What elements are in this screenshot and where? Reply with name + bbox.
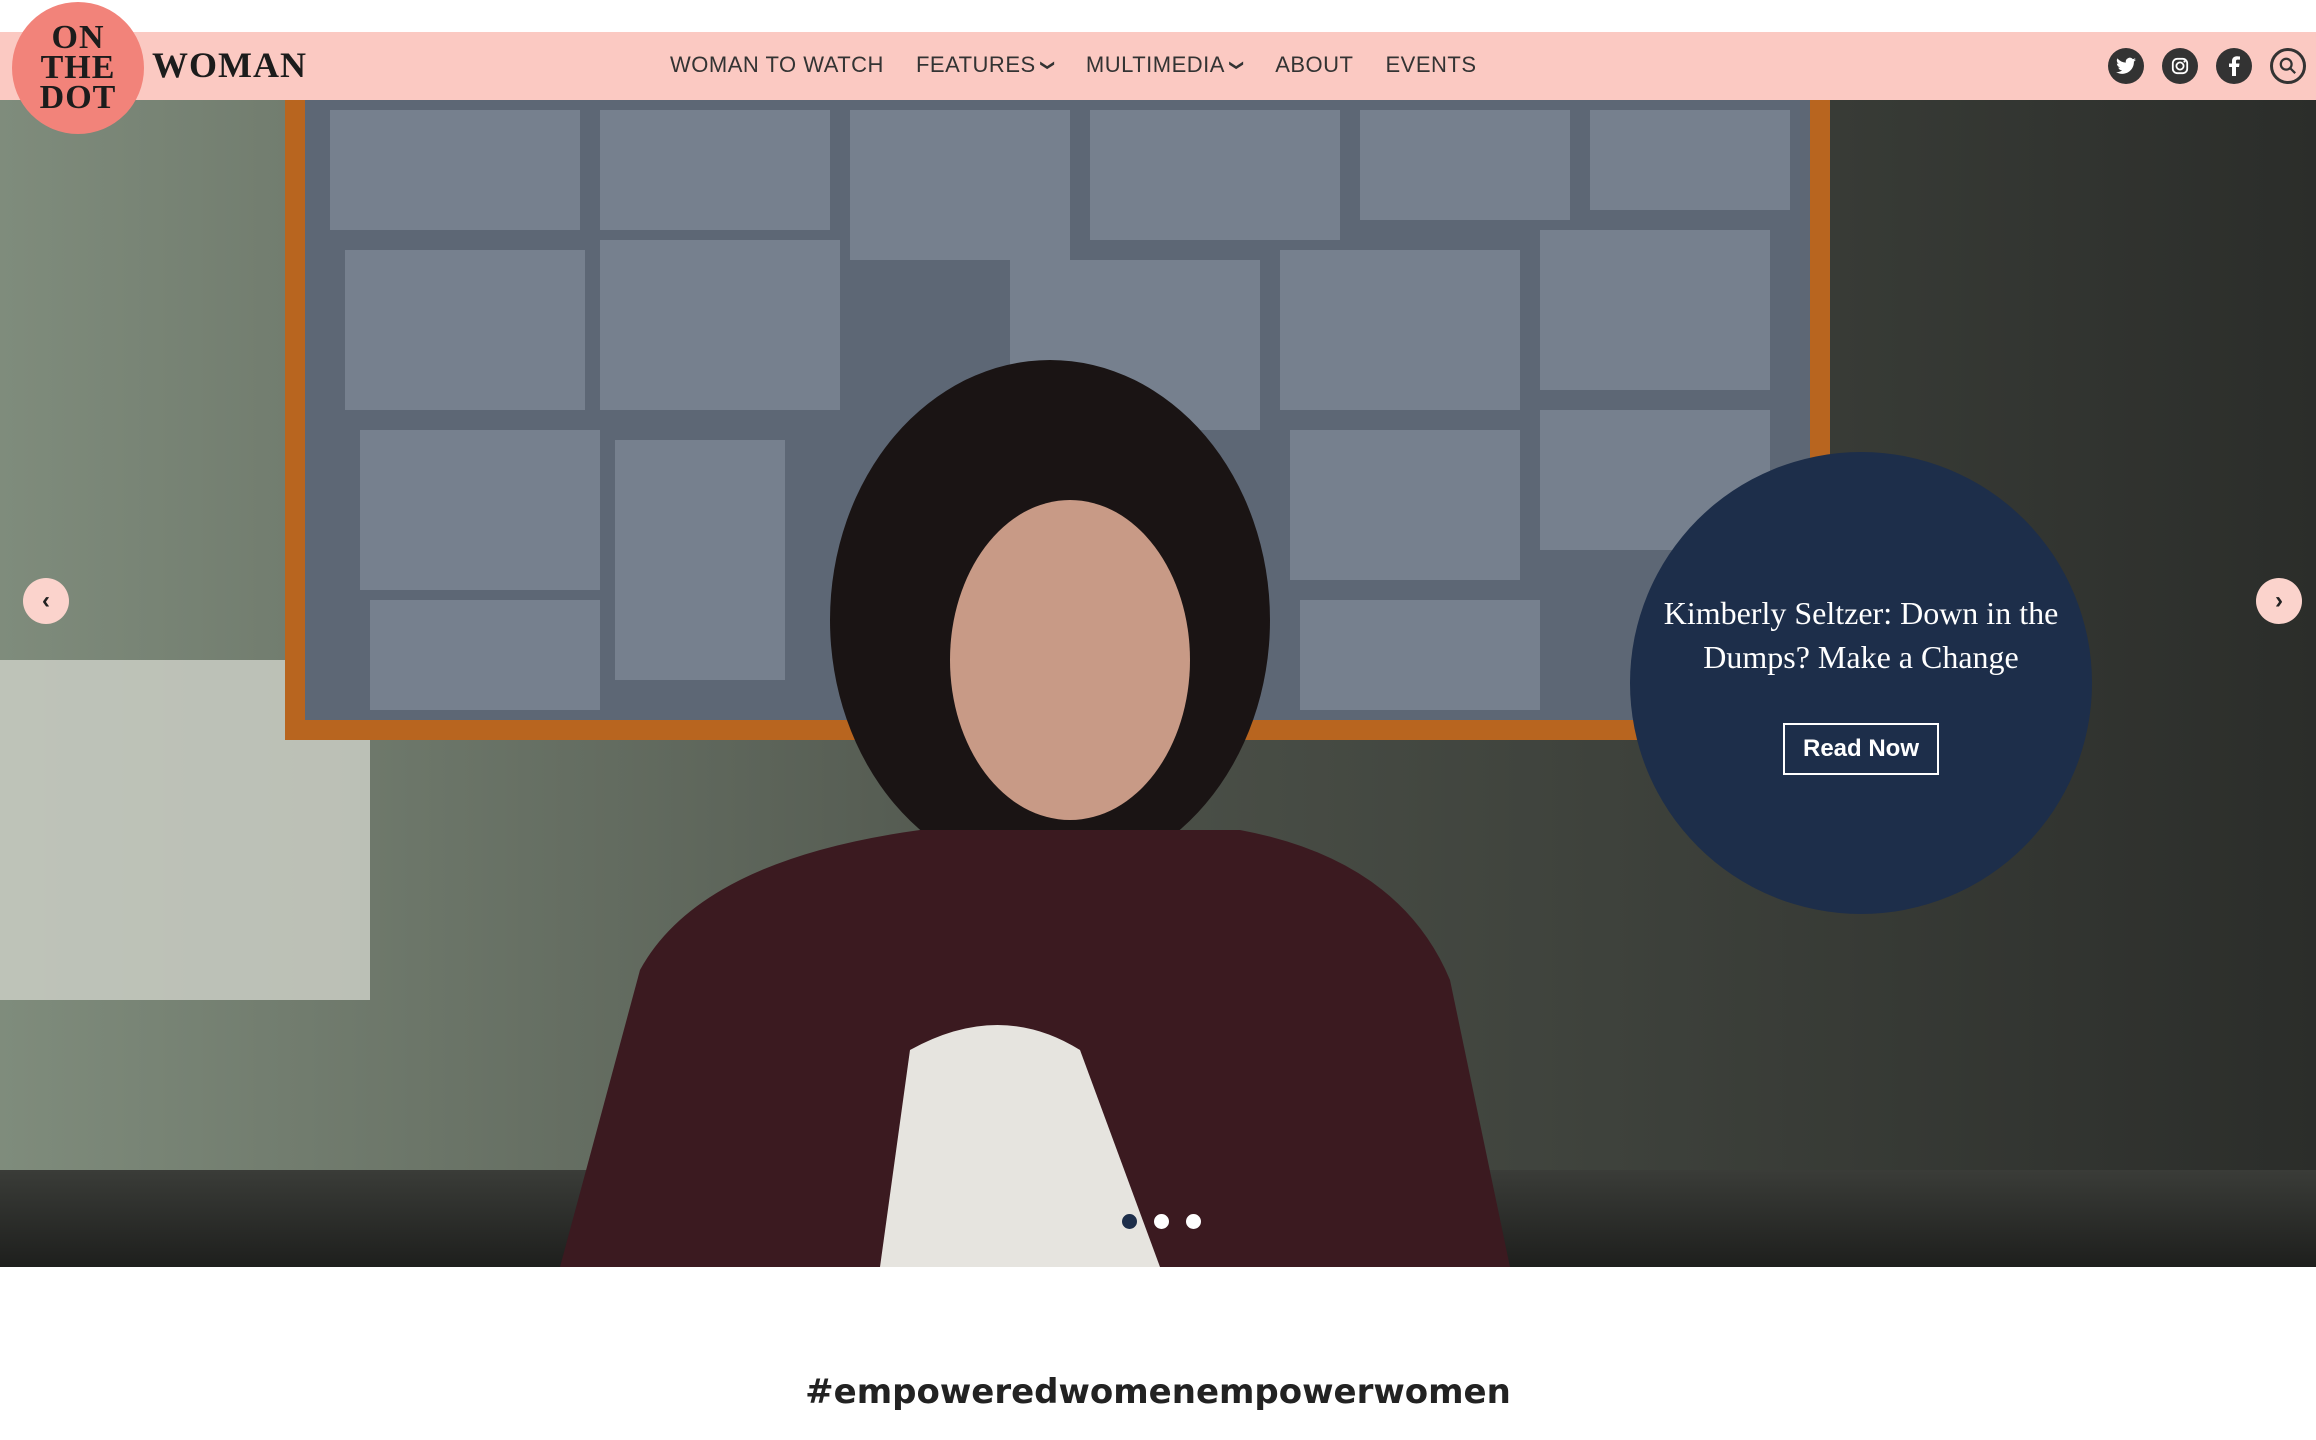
slider-prev-button[interactable]: ‹ [23,578,69,624]
search-icon[interactable] [2270,48,2306,84]
facebook-icon[interactable] [2216,48,2252,84]
instagram-icon[interactable] [2162,48,2198,84]
social-links [2108,48,2306,84]
nav-item-label: FEATURES [915,52,1036,77]
chevron-down-icon: ❯ [1040,58,1057,72]
nav-item-label: WOMAN TO WATCH [670,52,884,77]
main-nav: WOMAN TO WATCH FEATURES ❯ MULTIMEDIA ❯ A… [670,52,1477,78]
chevron-right-icon: › [2275,587,2283,614]
nav-item-label: EVENTS [1385,52,1477,77]
slider-dot-1[interactable] [1122,1214,1137,1229]
logo-line-3: DOT [39,79,117,116]
twitter-icon[interactable] [2108,48,2144,84]
featured-article-card: Kimberly Seltzer: Down in the Dumps? Mak… [1630,452,2092,914]
nav-item-about[interactable]: ABOUT [1275,52,1353,78]
slider-pagination [1122,1214,1201,1229]
hero-slider: Kimberly Seltzer: Down in the Dumps? Mak… [0,100,2316,1267]
hashtag-heading: #empoweredwomenempowerwomen [805,1372,1511,1412]
slider-dot-2[interactable] [1154,1214,1169,1229]
nav-item-label: MULTIMEDIA [1085,52,1225,77]
nav-item-events[interactable]: EVENTS [1385,52,1476,78]
site-wordmark[interactable]: WOMAN [152,44,307,86]
site-logo[interactable]: ON THE DOT [12,2,144,134]
chevron-left-icon: ‹ [42,587,50,614]
nav-item-features[interactable]: FEATURES ❯ [915,52,1057,78]
nav-item-woman-to-watch[interactable]: WOMAN TO WATCH [670,52,884,78]
chevron-down-icon: ❯ [1229,58,1246,72]
nav-item-label: ABOUT [1275,52,1354,77]
nav-item-multimedia[interactable]: MULTIMEDIA ❯ [1085,52,1246,78]
featured-article-title[interactable]: Kimberly Seltzer: Down in the Dumps? Mak… [1651,591,2071,679]
slider-dot-3[interactable] [1186,1214,1201,1229]
slider-next-button[interactable]: › [2256,578,2302,624]
read-now-button[interactable]: Read Now [1782,723,1939,775]
